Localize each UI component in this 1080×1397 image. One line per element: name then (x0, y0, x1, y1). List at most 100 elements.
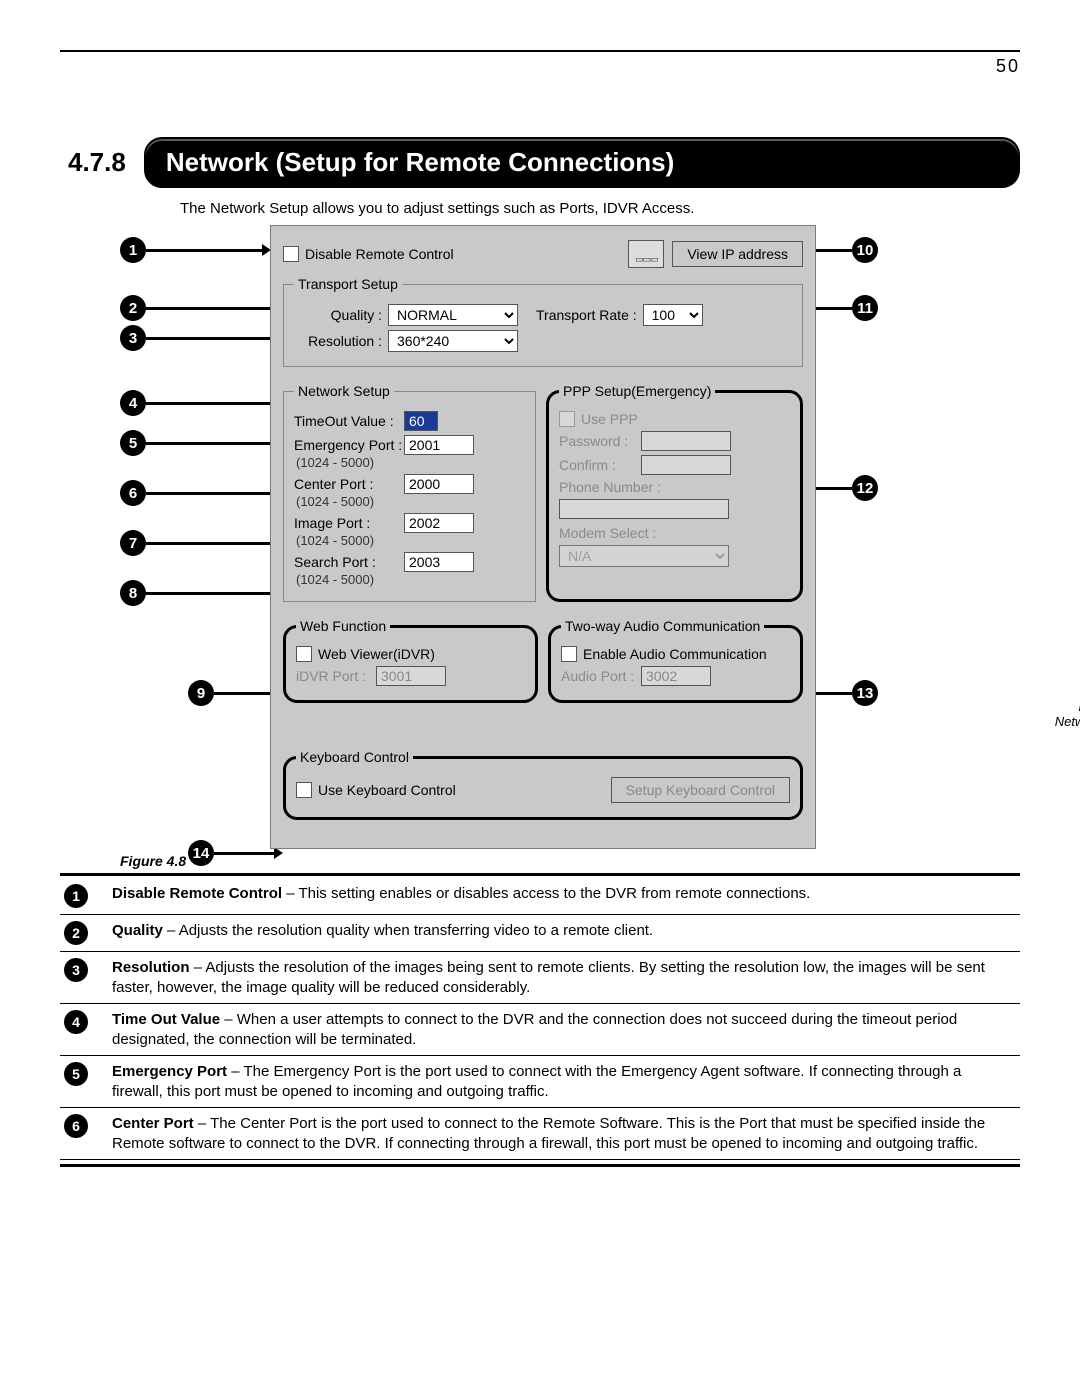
port-range: (1024 - 5000) (296, 455, 525, 470)
audio-port-label: Audio Port : (561, 668, 641, 684)
keyboard-legend: Keyboard Control (296, 749, 413, 765)
audio-legend: Two-way Audio Communication (561, 618, 764, 634)
keyboard-icon: ▭▭▭ (628, 240, 664, 268)
description-bullet: 2 (64, 921, 88, 945)
resolution-label: Resolution : (294, 333, 382, 349)
callout-12: 12 (852, 475, 878, 501)
view-ip-button[interactable]: View IP address (672, 241, 803, 267)
callout-1: 1 (120, 237, 146, 263)
audio-enable-label: Enable Audio Communication (583, 646, 767, 662)
description-term: Resolution (112, 959, 190, 976)
transport-setup-group: Transport Setup Quality : NORMAL Transpo… (283, 276, 803, 367)
description-table: 1Disable Remote Control – This setting e… (60, 878, 1020, 1160)
section-title: Network (Setup for Remote Connections) (144, 137, 1020, 188)
quality-select[interactable]: NORMAL (388, 304, 518, 326)
port-range: (1024 - 5000) (296, 533, 525, 548)
callout-9: 9 (188, 680, 214, 706)
quality-label: Quality : (294, 307, 382, 323)
callout-11: 11 (852, 295, 878, 321)
use-ppp-checkbox[interactable] (559, 411, 575, 427)
ppp-legend: PPP Setup(Emergency) (559, 383, 715, 399)
web-viewer-label: Web Viewer(iDVR) (318, 646, 435, 662)
transport-rate-select[interactable]: 100 (643, 304, 703, 326)
resolution-select[interactable]: 360*240 (388, 330, 518, 352)
image-port-label: Image Port : (294, 515, 404, 531)
use-ppp-label: Use PPP (581, 411, 638, 427)
description-text: – The Emergency Port is the port used to… (112, 1063, 961, 1100)
table-row: 4 Time Out Value – When a user attempts t… (60, 1004, 1020, 1056)
table-row: 5 Emergency Port – The Emergency Port is … (60, 1056, 1020, 1108)
network-setup-dialog: Disable Remote Control ▭▭▭ View IP addre… (270, 225, 816, 849)
callout-7: 7 (120, 530, 146, 556)
callout-2: 2 (120, 295, 146, 321)
transport-legend: Transport Setup (294, 276, 402, 292)
description-bullet: 3 (64, 958, 88, 982)
ppp-password-input[interactable] (641, 431, 731, 451)
callout-5: 5 (120, 430, 146, 456)
ppp-setup-group: PPP Setup(Emergency) Use PPP Password : … (546, 383, 803, 602)
web-function-group: Web Function Web Viewer(iDVR) iDVR Port … (283, 618, 538, 703)
description-term: Disable Remote Control (112, 885, 282, 902)
search-port-input[interactable] (404, 552, 474, 572)
port-range: (1024 - 5000) (296, 572, 525, 587)
callout-6: 6 (120, 480, 146, 506)
search-port-label: Search Port : (294, 554, 404, 570)
setup-keyboard-button[interactable]: Setup Keyboard Control (611, 777, 790, 803)
use-keyboard-label: Use Keyboard Control (318, 782, 456, 798)
description-bullet: 5 (64, 1062, 88, 1086)
network-legend: Network Setup (294, 383, 394, 399)
callout-8: 8 (120, 580, 146, 606)
disable-remote-checkbox[interactable] (283, 246, 299, 262)
ppp-confirm-input[interactable] (641, 455, 731, 475)
web-viewer-checkbox[interactable] (296, 646, 312, 662)
description-bullet: 6 (64, 1114, 88, 1138)
timeout-label: TimeOut Value : (294, 413, 404, 429)
description-text: – Adjusts the resolution of the images b… (112, 959, 985, 996)
table-row: 2 Quality – Adjusts the resolution qualit… (60, 915, 1020, 952)
emergency-port-label: Emergency Port : (294, 437, 404, 453)
emergency-port-input[interactable] (404, 435, 474, 455)
description-text: – The Center Port is the port used to co… (112, 1115, 985, 1152)
callout-10: 10 (852, 237, 878, 263)
idvr-port-input[interactable] (376, 666, 446, 686)
description-term: Center Port (112, 1115, 194, 1132)
audio-enable-checkbox[interactable] (561, 646, 577, 662)
center-port-input[interactable] (404, 474, 474, 494)
idvr-port-label: iDVR Port : (296, 668, 376, 684)
section-number: 4.7.8 (60, 137, 126, 188)
ppp-password-label: Password : (559, 433, 641, 449)
page-number: 50 (60, 56, 1020, 77)
ppp-phone-label: Phone Number : (559, 479, 661, 495)
ppp-phone-input[interactable] (559, 499, 729, 519)
intro-text: The Network Setup allows you to adjust s… (180, 200, 1020, 217)
disable-remote-label: Disable Remote Control (305, 246, 454, 262)
timeout-input[interactable] (404, 411, 438, 431)
description-bullet: 4 (64, 1010, 88, 1034)
description-text: – This setting enables or disables acces… (282, 885, 810, 902)
description-term: Quality (112, 922, 163, 939)
keyboard-control-group: Keyboard Control Use Keyboard Control Se… (283, 749, 803, 820)
callout-14: 14 (188, 840, 214, 866)
figure-caption-right: Figure 4.8 Network Setup (1055, 699, 1080, 729)
web-legend: Web Function (296, 618, 390, 634)
description-text: – When a user attempts to connect to the… (112, 1011, 957, 1048)
description-term: Emergency Port (112, 1063, 227, 1080)
use-keyboard-checkbox[interactable] (296, 782, 312, 798)
ppp-modem-label: Modem Select : (559, 525, 656, 541)
section-header: 4.7.8 Network (Setup for Remote Connecti… (60, 137, 1020, 188)
figure-screenshot: 1 2 3 4 5 6 7 8 (120, 225, 1020, 849)
audio-comm-group: Two-way Audio Communication Enable Audio… (548, 618, 803, 703)
callout-3: 3 (120, 325, 146, 351)
description-text: – Adjusts the resolution quality when tr… (163, 922, 653, 939)
network-setup-group: Network Setup TimeOut Value : Emergency … (283, 383, 536, 602)
image-port-input[interactable] (404, 513, 474, 533)
ppp-modem-select[interactable]: N/A (559, 545, 729, 567)
ppp-confirm-label: Confirm : (559, 457, 641, 473)
table-row: 6 Center Port – The Center Port is the po… (60, 1108, 1020, 1160)
table-row: 1Disable Remote Control – This setting e… (60, 878, 1020, 915)
audio-port-input[interactable] (641, 666, 711, 686)
center-port-label: Center Port : (294, 476, 404, 492)
description-term: Time Out Value (112, 1011, 220, 1028)
callout-4: 4 (120, 390, 146, 416)
port-range: (1024 - 5000) (296, 494, 525, 509)
